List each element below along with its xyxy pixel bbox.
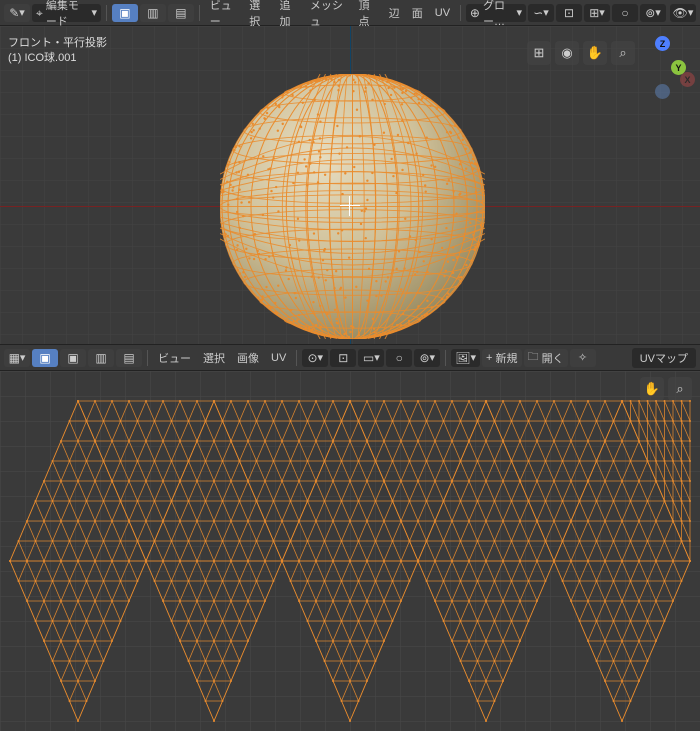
select-edge-icon[interactable]: ▥ [140,4,166,22]
uv-menu-view[interactable]: ビュー [153,350,196,366]
viewport-overlay-buttons: ⊞ ◉ ✋ ⌕ [527,41,635,65]
mode-dropdown[interactable]: ⌖ 編集モード ▾ [32,4,101,22]
uv-select-vert-icon[interactable]: ▣ [60,349,86,367]
select-vertex-icon[interactable]: ▣ [112,4,138,22]
menu-mesh[interactable]: メッシュ [305,0,352,29]
uv-toolbar: ▦▾ ▣ ▣ ▥ ▤ ビュー 選択 画像 UV ⊙▾ ⊡ ▭▾ ○ ⊚▾ 🖼▾ … [0,344,700,371]
uv-pin-icon[interactable]: ✧ [570,349,596,367]
cursor-3d-icon [344,200,356,212]
gizmo-x-axis[interactable]: X [680,72,695,87]
gizmo-z-axis[interactable]: Z [655,36,670,51]
projection-label: フロント・平行投影 [8,36,107,51]
active-object-label: (1) ICO球.001 [8,51,107,66]
uv-menu-image[interactable]: 画像 [232,350,264,366]
uv-menu-select[interactable]: 選択 [198,350,230,366]
uv-open-button[interactable]: 🗀 開く [524,349,568,367]
menu-uv[interactable]: UV [430,7,455,19]
gizmo-neg-axis[interactable] [655,84,670,99]
uv-editor[interactable]: ✋ ⌕ .ue{stroke:#e98c2e;stroke-width:0.8;… [0,371,700,731]
propedit-dropdown[interactable]: ⊚▾ [640,4,666,22]
overlay-camera-icon[interactable]: ◉ [555,41,579,65]
uv-select-edge-icon[interactable]: ▥ [88,349,114,367]
overlay-zoom-icon[interactable]: ⌕ [611,41,635,65]
uv-select-face-icon[interactable]: ▤ [116,349,142,367]
uvmap-dropdown[interactable]: UVマップ [632,348,696,368]
overlay-grid-icon[interactable]: ⊞ [527,41,551,65]
uv-mode-icon[interactable]: ▣ [32,349,58,367]
uv-prop-toggle[interactable]: ○ [386,349,412,367]
viewport-info: フロント・平行投影 (1) ICO球.001 [8,36,107,66]
uv-snap-toggle[interactable]: ⊡ [330,349,356,367]
uv-unwrap-mesh: .ue{stroke:#e98c2e;stroke-width:0.8;fill… [0,371,700,731]
visibility-icon[interactable]: 👁▾ [670,4,696,22]
navigation-gizmo[interactable]: Z Y X [635,36,690,91]
propedit-toggle[interactable]: ○ [612,4,638,22]
menu-face[interactable]: 面 [407,5,428,21]
menu-edge[interactable]: 辺 [384,5,405,21]
uv-prop-dropdown[interactable]: ⊚▾ [414,349,440,367]
uv-editor-type-icon[interactable]: ▦▾ [4,349,30,367]
brush-icon[interactable]: ✎▾ [4,4,30,22]
menu-select[interactable]: 選択 [244,0,272,29]
menu-add[interactable]: 追加 [275,0,303,29]
menu-view[interactable]: ビュー [205,0,242,29]
viewport-toolbar: ✎▾ ⌖ 編集モード ▾ ▣ ▥ ▤ ビュー 選択 追加 メッシュ 頂点 辺 面… [0,0,700,26]
uv-snap-dropdown[interactable]: ▭▾ [358,349,384,367]
uv-pivot-dropdown[interactable]: ⊙▾ [302,349,328,367]
orientation-dropdown[interactable]: ⊕ グロー…▾ [466,4,526,22]
snap-dropdown[interactable]: ⊞▾ [584,4,610,22]
select-face-icon[interactable]: ▤ [168,4,194,22]
viewport-3d[interactable]: フロント・平行投影 (1) ICO球.001 ⊞ ◉ ✋ ⌕ Z Y X .e{… [0,26,700,344]
pivot-dropdown[interactable]: ∽▾ [528,4,554,22]
overlay-hand-icon[interactable]: ✋ [583,41,607,65]
snap-toggle[interactable]: ⊡ [556,4,582,22]
uv-image-link-icon[interactable]: 🖼▾ [451,349,480,367]
menu-vertex[interactable]: 頂点 [353,0,381,29]
uv-new-button[interactable]: + 新規 [482,349,522,367]
uv-menu-uv[interactable]: UV [266,352,291,364]
